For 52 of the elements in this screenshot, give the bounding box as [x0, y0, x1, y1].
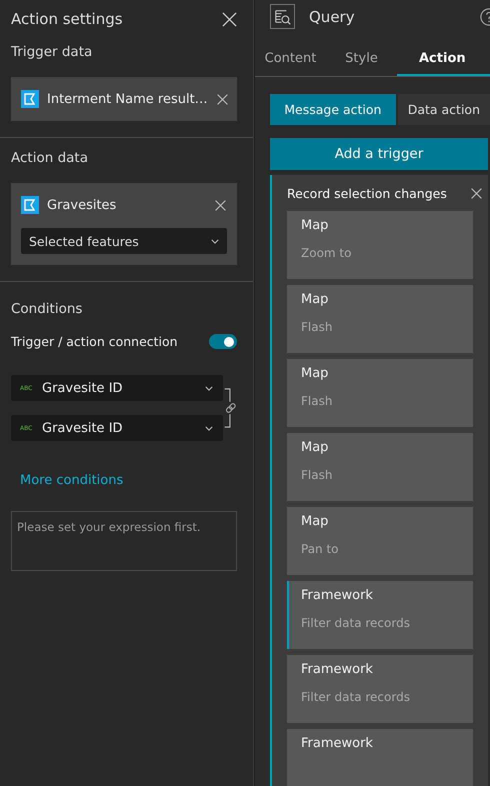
action-card[interactable]: Framework	[287, 729, 473, 786]
action-name: Filter data records	[301, 616, 411, 630]
action-name: Flash	[301, 394, 334, 408]
action-target: Framework	[301, 662, 374, 677]
section-heading: Conditions	[11, 301, 84, 317]
layer-icon	[21, 90, 39, 108]
action-card[interactable]: Map Flash	[287, 433, 473, 501]
widget-title: Query	[309, 8, 356, 26]
chevron-down-icon	[205, 426, 214, 430]
tab[interactable]: Action	[397, 51, 490, 76]
action-name: Flash	[301, 468, 334, 482]
action-card[interactable]: Map Zoom to	[287, 211, 473, 279]
tab[interactable]: Content	[255, 51, 326, 76]
section-heading: Action data	[11, 150, 89, 166]
action-target: Map	[301, 292, 330, 307]
toggle-switch[interactable]	[209, 334, 237, 349]
mode-tab[interactable]: Data action	[398, 94, 490, 125]
action-name: Flash	[301, 320, 334, 334]
data-source-name: Interment Name result…	[47, 92, 208, 106]
layer-icon	[21, 196, 39, 214]
data-source-name: Gravesites	[47, 198, 118, 212]
remove-icon[interactable]	[214, 198, 227, 212]
chevron-down-icon	[211, 238, 219, 244]
query-widget-icon	[270, 4, 295, 29]
action-target: Map	[301, 514, 330, 529]
action-target: Map	[301, 218, 330, 233]
tab[interactable]: Style	[326, 51, 397, 76]
remove-icon[interactable]	[216, 92, 229, 106]
panel-title: Action settings	[11, 10, 123, 28]
trigger-title: Record selection changes	[287, 186, 447, 200]
action-name: Zoom to	[301, 246, 352, 260]
action-target: Framework	[301, 588, 374, 603]
action-card[interactable]: Framework Filter data records	[287, 581, 473, 649]
add-trigger-button[interactable]: Add a trigger	[270, 138, 488, 170]
action-card[interactable]: Framework Filter data records	[287, 655, 473, 723]
action-target: Map	[301, 366, 330, 381]
expression-field[interactable]: Please set your expression first.	[11, 511, 237, 571]
mode-tab[interactable]: Message action	[270, 94, 396, 125]
action-card[interactable]: Map Flash	[287, 359, 473, 427]
dropdown[interactable]: Selected features	[21, 228, 227, 254]
chevron-down-icon	[205, 386, 214, 390]
close-icon[interactable]	[222, 12, 237, 26]
action-target: Framework	[301, 736, 374, 751]
more-conditions-link[interactable]: More conditions	[20, 473, 124, 488]
remove-icon[interactable]	[470, 186, 483, 200]
action-card[interactable]: Map Pan to	[287, 507, 473, 575]
action-target: Map	[301, 440, 330, 455]
section-heading: Trigger data	[11, 44, 94, 60]
action-card[interactable]: Map Flash	[287, 285, 473, 353]
action-name: Filter data records	[301, 690, 411, 704]
action-name: Pan to	[301, 542, 340, 556]
toggle-label: Trigger / action connection	[11, 334, 178, 349]
